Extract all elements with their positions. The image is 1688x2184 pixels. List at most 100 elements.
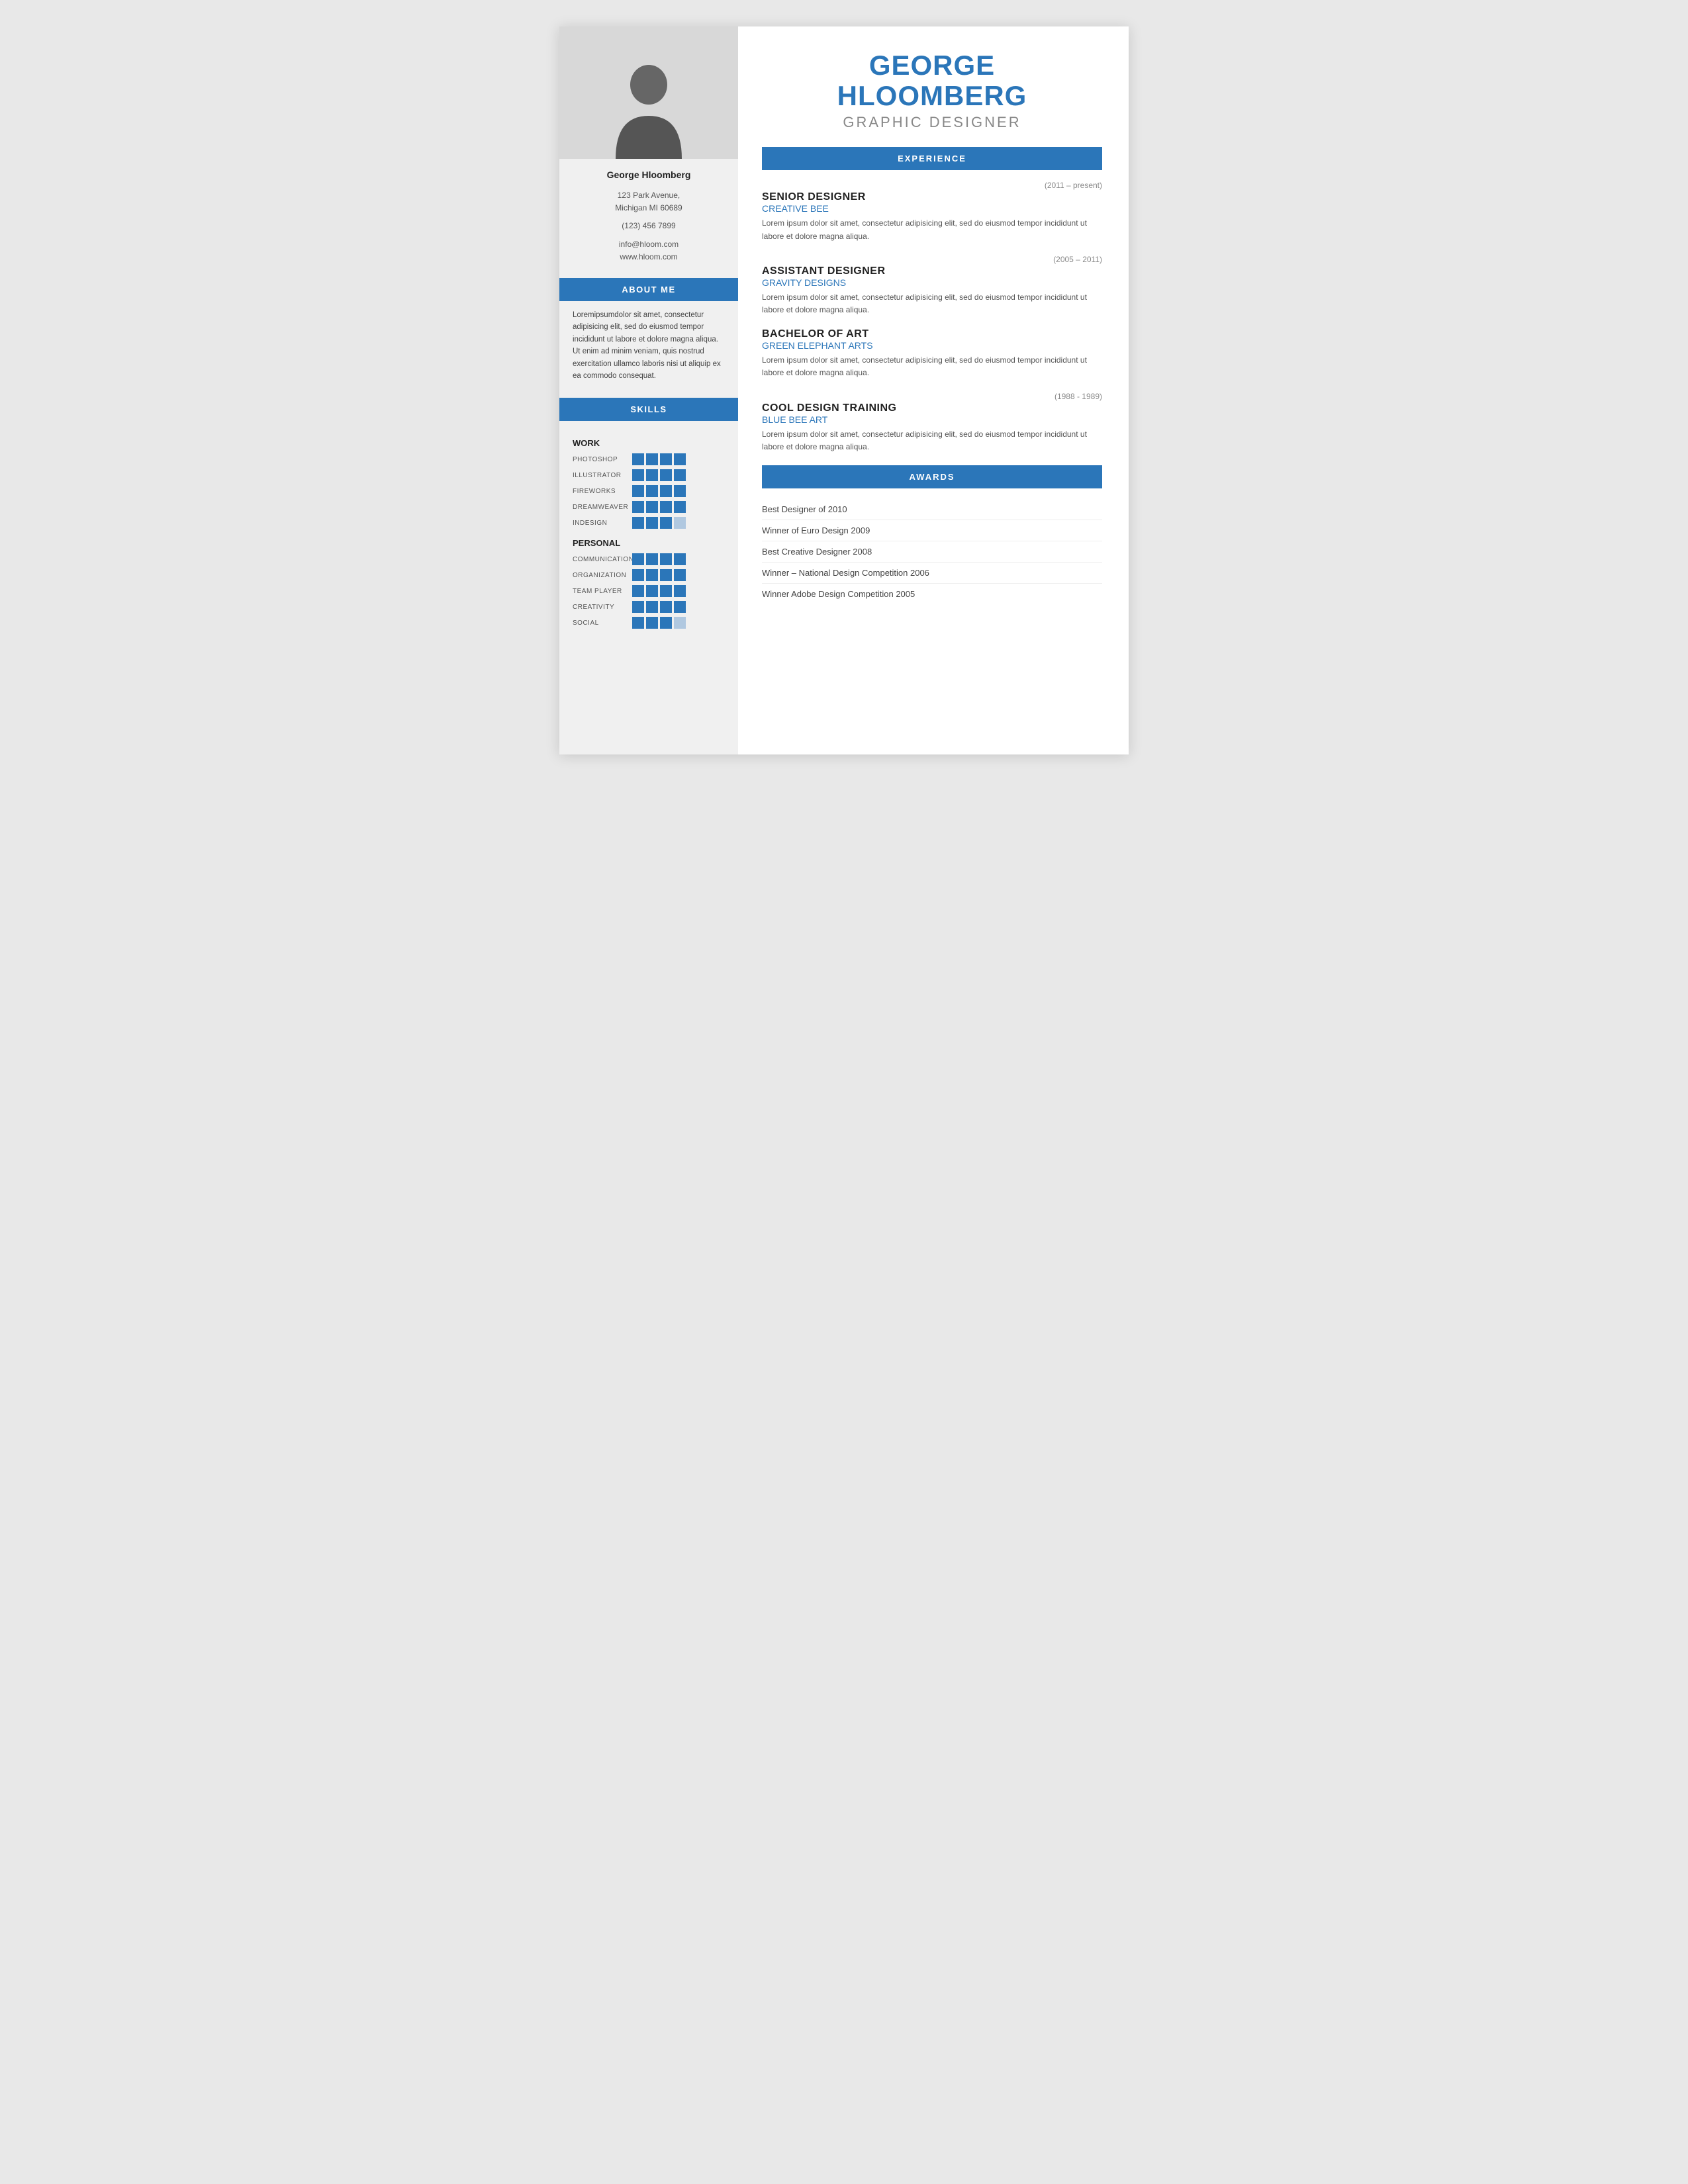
skill-bar-filled bbox=[632, 469, 644, 481]
skill-bar-filled bbox=[660, 453, 672, 465]
skill-bar-filled bbox=[660, 485, 672, 497]
skill-bars bbox=[632, 453, 686, 465]
skill-row: COMMUNICATION bbox=[573, 553, 725, 565]
skill-bar-filled bbox=[632, 601, 644, 613]
award-item: Winner Adobe Design Competition 2005 bbox=[762, 584, 1102, 604]
skill-bars bbox=[632, 585, 686, 597]
skill-bar-filled bbox=[660, 617, 672, 629]
skill-bar-filled bbox=[646, 601, 658, 613]
skill-bar-filled bbox=[646, 569, 658, 581]
skill-bar-filled bbox=[632, 553, 644, 565]
skill-bar-filled bbox=[632, 501, 644, 513]
experience-item: (1988 - 1989)COOL DESIGN TRAININGBLUE BE… bbox=[762, 392, 1102, 453]
awards-header: AWARDS bbox=[762, 465, 1102, 488]
experience-item: (2005 – 2011)ASSISTANT DESIGNERGRAVITY D… bbox=[762, 255, 1102, 316]
skill-bars bbox=[632, 469, 686, 481]
skill-bar-filled bbox=[660, 601, 672, 613]
skill-bar-filled bbox=[674, 453, 686, 465]
skill-row: ORGANIZATION bbox=[573, 569, 725, 581]
skill-row: PHOTOSHOP bbox=[573, 453, 725, 465]
skill-label: DREAMWEAVER bbox=[573, 504, 632, 511]
skill-label: CREATIVITY bbox=[573, 604, 632, 611]
skill-bar-filled bbox=[674, 485, 686, 497]
skill-bar-filled bbox=[646, 485, 658, 497]
award-item: Winner of Euro Design 2009 bbox=[762, 520, 1102, 541]
skill-label: ILLUSTRATOR bbox=[573, 472, 632, 479]
skill-row: INDESIGN bbox=[573, 517, 725, 529]
skill-row: FIREWORKS bbox=[573, 485, 725, 497]
skill-bar-empty bbox=[674, 617, 686, 629]
skill-row: SOCIAL bbox=[573, 617, 725, 629]
main-content: GEORGE HLOOMBERG GRAPHIC DESIGNER EXPERI… bbox=[738, 26, 1129, 754]
skill-bar-filled bbox=[632, 569, 644, 581]
main-name: GEORGE HLOOMBERG bbox=[762, 50, 1102, 111]
skill-bar-filled bbox=[660, 517, 672, 529]
skill-bars bbox=[632, 553, 686, 565]
skill-bars bbox=[632, 617, 686, 629]
skill-bar-filled bbox=[632, 617, 644, 629]
skill-row: DREAMWEAVER bbox=[573, 501, 725, 513]
skill-bar-filled bbox=[646, 469, 658, 481]
personal-skills-category: PERSONAL bbox=[573, 538, 725, 548]
skill-bar-filled bbox=[674, 585, 686, 597]
personal-skills-list: COMMUNICATION ORGANIZATION TEAM PLAYER CREA… bbox=[573, 553, 725, 629]
exp-job-title: BACHELOR OF ART bbox=[762, 328, 1102, 340]
exp-date: (2005 – 2011) bbox=[762, 255, 1102, 264]
skill-bars bbox=[632, 517, 686, 529]
experience-item: (2011 – present)SENIOR DESIGNERCREATIVE … bbox=[762, 181, 1102, 242]
experience-header: EXPERIENCE bbox=[762, 147, 1102, 170]
sidebar-email-web: info@hloom.com www.hloom.com bbox=[606, 238, 692, 263]
skill-bar-filled bbox=[674, 553, 686, 565]
exp-date: (1988 - 1989) bbox=[762, 392, 1102, 401]
resume-container: George Hloomberg 123 Park Avenue, Michig… bbox=[559, 26, 1129, 754]
skill-bar-filled bbox=[632, 585, 644, 597]
award-item: Best Creative Designer 2008 bbox=[762, 541, 1102, 563]
award-item: Winner – National Design Competition 200… bbox=[762, 563, 1102, 584]
sidebar: George Hloomberg 123 Park Avenue, Michig… bbox=[559, 26, 738, 754]
exp-date: (2011 – present) bbox=[762, 181, 1102, 190]
exp-company: GREEN ELEPHANT ARTS bbox=[762, 340, 1102, 351]
avatar-icon bbox=[609, 53, 688, 159]
skill-bar-filled bbox=[646, 517, 658, 529]
skill-bar-filled bbox=[660, 469, 672, 481]
skill-bar-filled bbox=[632, 485, 644, 497]
exp-description: Lorem ipsum dolor sit amet, consectetur … bbox=[762, 217, 1102, 242]
main-title: GRAPHIC DESIGNER bbox=[762, 114, 1102, 131]
exp-description: Lorem ipsum dolor sit amet, consectetur … bbox=[762, 428, 1102, 453]
skill-label: FIREWORKS bbox=[573, 488, 632, 495]
about-me-text: Loremipsumdolor sit amet, consectetur ad… bbox=[559, 309, 738, 382]
skill-label: TEAM PLAYER bbox=[573, 588, 632, 595]
skill-bar-filled bbox=[660, 585, 672, 597]
skill-bar-filled bbox=[646, 453, 658, 465]
skill-bar-filled bbox=[660, 553, 672, 565]
skill-bar-filled bbox=[646, 553, 658, 565]
exp-job-title: COOL DESIGN TRAINING bbox=[762, 402, 1102, 414]
skill-row: TEAM PLAYER bbox=[573, 585, 725, 597]
skill-bars bbox=[632, 485, 686, 497]
exp-company: BLUE BEE ART bbox=[762, 414, 1102, 425]
award-item: Best Designer of 2010 bbox=[762, 499, 1102, 520]
skill-label: COMMUNICATION bbox=[573, 556, 632, 563]
skill-bars bbox=[632, 601, 686, 613]
exp-description: Lorem ipsum dolor sit amet, consectetur … bbox=[762, 354, 1102, 379]
sidebar-name: George Hloomberg bbox=[594, 169, 704, 180]
skill-label: SOCIAL bbox=[573, 619, 632, 627]
skill-label: ORGANIZATION bbox=[573, 572, 632, 579]
exp-job-title: ASSISTANT DESIGNER bbox=[762, 265, 1102, 277]
skill-bar-filled bbox=[674, 601, 686, 613]
skill-row: CREATIVITY bbox=[573, 601, 725, 613]
about-me-header: ABOUT ME bbox=[559, 278, 738, 301]
skill-bar-filled bbox=[660, 569, 672, 581]
main-header: GEORGE HLOOMBERG GRAPHIC DESIGNER bbox=[762, 50, 1102, 131]
exp-company: GRAVITY DESIGNS bbox=[762, 277, 1102, 288]
avatar-container bbox=[559, 26, 738, 159]
sidebar-address: 123 Park Avenue, Michigan MI 60689 bbox=[602, 189, 695, 214]
exp-job-title: SENIOR DESIGNER bbox=[762, 191, 1102, 203]
skill-bar-filled bbox=[632, 517, 644, 529]
skills-section: WORK PHOTOSHOPILLUSTRATORFIREWORKSDREAMW… bbox=[559, 429, 738, 633]
skill-bar-filled bbox=[674, 501, 686, 513]
skill-row: ILLUSTRATOR bbox=[573, 469, 725, 481]
exp-description: Lorem ipsum dolor sit amet, consectetur … bbox=[762, 291, 1102, 316]
exp-company: CREATIVE BEE bbox=[762, 203, 1102, 214]
skill-label: PHOTOSHOP bbox=[573, 456, 632, 463]
